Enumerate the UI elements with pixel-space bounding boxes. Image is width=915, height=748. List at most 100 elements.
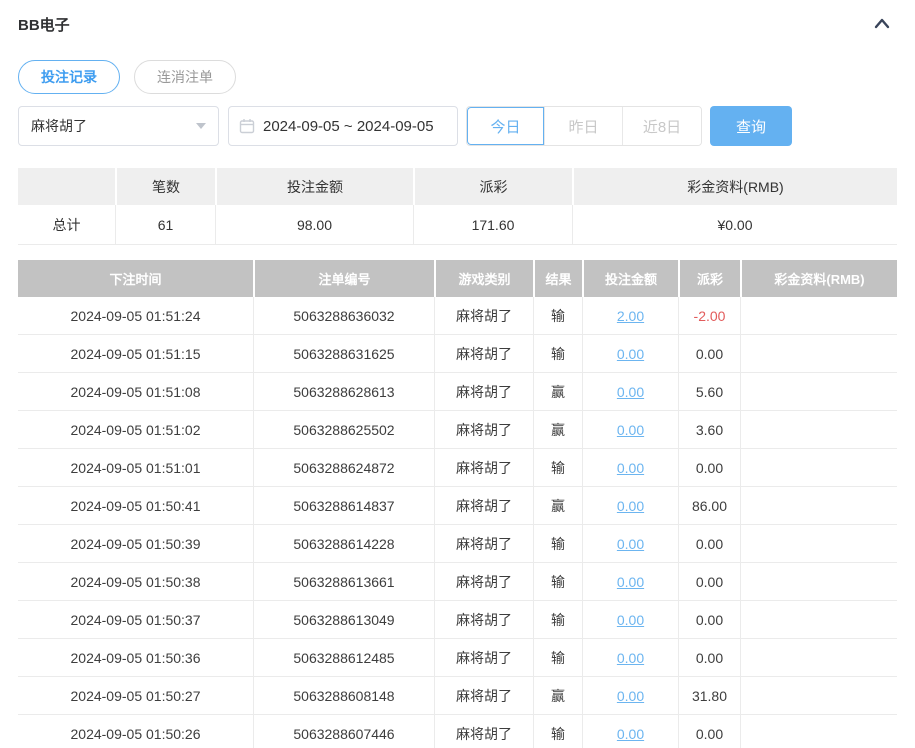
jackpot-cell [740, 601, 897, 639]
order-number-cell: 5063288614228 [253, 525, 434, 563]
order-number-cell: 5063288607446 [253, 715, 434, 748]
header-bet-amount: 投注金额 [582, 260, 678, 297]
chevron-up-icon [874, 18, 890, 29]
order-number-cell: 5063288612485 [253, 639, 434, 677]
payout-cell: 0.00 [678, 563, 740, 601]
game-category-cell: 麻将胡了 [434, 525, 533, 563]
tab-cancelled-orders[interactable]: 连消注单 [134, 60, 236, 94]
jackpot-cell [740, 563, 897, 601]
quick-filter-last-8-days[interactable]: 近8日 [623, 107, 701, 145]
bet-amount-link[interactable]: 0.00 [617, 536, 644, 552]
header-jackpot: 彩金资料(RMB) [740, 260, 897, 297]
game-category-cell: 麻将胡了 [434, 373, 533, 411]
order-number-cell: 5063288613661 [253, 563, 434, 601]
bet-time-cell: 2024-09-05 01:50:41 [18, 487, 253, 525]
date-range-input[interactable]: 2024-09-05 ~ 2024-09-05 [228, 106, 458, 146]
table-row: 2024-09-05 01:50:39 5063288614228 麻将胡了 输… [18, 525, 897, 563]
payout-cell: 31.80 [678, 677, 740, 715]
result-cell: 输 [533, 563, 582, 601]
chevron-down-icon [196, 123, 206, 129]
record-type-tabs: 投注记录 连消注单 [18, 60, 897, 94]
game-category-cell: 麻将胡了 [434, 639, 533, 677]
bet-amount-link[interactable]: 0.00 [617, 460, 644, 476]
filter-bar: 麻将胡了 2024-09-05 ~ 2024-09-05 今日 昨日 近8日 查… [18, 106, 897, 146]
result-cell: 赢 [533, 487, 582, 525]
table-row: 2024-09-05 01:50:36 5063288612485 麻将胡了 输… [18, 639, 897, 677]
jackpot-cell [740, 677, 897, 715]
payout-cell: -2.00 [678, 297, 740, 335]
bet-amount-cell: 0.00 [582, 563, 678, 601]
game-category-cell: 麻将胡了 [434, 449, 533, 487]
game-select[interactable]: 麻将胡了 [18, 106, 219, 146]
jackpot-cell [740, 449, 897, 487]
search-button[interactable]: 查询 [710, 106, 792, 146]
game-category-cell: 麻将胡了 [434, 563, 533, 601]
quick-filter-yesterday[interactable]: 昨日 [545, 107, 623, 145]
bet-time-cell: 2024-09-05 01:50:26 [18, 715, 253, 748]
bet-amount-link[interactable]: 0.00 [617, 726, 644, 742]
jackpot-cell [740, 373, 897, 411]
bet-time-cell: 2024-09-05 01:51:01 [18, 449, 253, 487]
bet-amount-link[interactable]: 0.00 [617, 574, 644, 590]
order-number-cell: 5063288631625 [253, 335, 434, 373]
bet-amount-link[interactable]: 0.00 [617, 384, 644, 400]
jackpot-cell [740, 715, 897, 748]
table-row: 2024-09-05 01:50:26 5063288607446 麻将胡了 输… [18, 715, 897, 748]
payout-cell: 0.00 [678, 601, 740, 639]
quick-date-group: 今日 昨日 近8日 [466, 106, 702, 146]
summary-header-bet-amount: 投注金额 [215, 168, 413, 205]
bet-amount-cell: 0.00 [582, 449, 678, 487]
table-row: 2024-09-05 01:51:02 5063288625502 麻将胡了 赢… [18, 411, 897, 449]
payout-cell: 0.00 [678, 525, 740, 563]
table-row: 2024-09-05 01:51:24 5063288636032 麻将胡了 输… [18, 297, 897, 335]
header-game-category: 游戏类别 [434, 260, 533, 297]
bet-time-cell: 2024-09-05 01:50:38 [18, 563, 253, 601]
game-category-cell: 麻将胡了 [434, 677, 533, 715]
result-cell: 输 [533, 297, 582, 335]
collapse-panel-button[interactable] [873, 16, 891, 30]
bet-time-cell: 2024-09-05 01:51:15 [18, 335, 253, 373]
summary-header-row: 笔数 投注金额 派彩 彩金资料(RMB) [18, 168, 897, 205]
bet-time-cell: 2024-09-05 01:51:08 [18, 373, 253, 411]
table-row: 2024-09-05 01:51:15 5063288631625 麻将胡了 输… [18, 335, 897, 373]
summary-total-row: 总计 61 98.00 171.60 ¥0.00 [18, 205, 897, 245]
bet-amount-link[interactable]: 2.00 [617, 308, 644, 324]
payout-cell: 0.00 [678, 335, 740, 373]
jackpot-cell [740, 639, 897, 677]
quick-filter-today[interactable]: 今日 [467, 107, 545, 145]
bet-amount-cell: 0.00 [582, 677, 678, 715]
bet-amount-cell: 0.00 [582, 373, 678, 411]
bet-amount-cell: 0.00 [582, 715, 678, 748]
header-bet-time: 下注时间 [18, 260, 253, 297]
summary-header-empty [18, 168, 115, 205]
order-number-cell: 5063288608148 [253, 677, 434, 715]
payout-cell: 5.60 [678, 373, 740, 411]
order-number-cell: 5063288625502 [253, 411, 434, 449]
calendar-icon [239, 119, 255, 134]
summary-header-payout: 派彩 [413, 168, 572, 205]
bet-amount-link[interactable]: 0.00 [617, 688, 644, 704]
bet-amount-link[interactable]: 0.00 [617, 498, 644, 514]
summary-total-label: 总计 [18, 205, 115, 245]
bet-time-cell: 2024-09-05 01:51:02 [18, 411, 253, 449]
bet-time-cell: 2024-09-05 01:50:36 [18, 639, 253, 677]
order-number-cell: 5063288624872 [253, 449, 434, 487]
bet-amount-cell: 0.00 [582, 601, 678, 639]
bet-amount-link[interactable]: 0.00 [617, 422, 644, 438]
tab-bet-records[interactable]: 投注记录 [18, 60, 120, 94]
bet-time-cell: 2024-09-05 01:50:27 [18, 677, 253, 715]
bet-amount-link[interactable]: 0.00 [617, 346, 644, 362]
table-row: 2024-09-05 01:50:41 5063288614837 麻将胡了 赢… [18, 487, 897, 525]
bet-amount-link[interactable]: 0.00 [617, 650, 644, 666]
summary-total-jackpot: ¥0.00 [572, 205, 897, 245]
bet-amount-cell: 0.00 [582, 487, 678, 525]
bet-time-cell: 2024-09-05 01:50:39 [18, 525, 253, 563]
header-order-number: 注单编号 [253, 260, 434, 297]
page-title: BB电子 [18, 17, 70, 34]
table-row: 2024-09-05 01:50:27 5063288608148 麻将胡了 赢… [18, 677, 897, 715]
bet-amount-link[interactable]: 0.00 [617, 612, 644, 628]
result-cell: 输 [533, 449, 582, 487]
jackpot-cell [740, 335, 897, 373]
summary-total-payout: 171.60 [413, 205, 572, 245]
summary-header-count: 笔数 [115, 168, 215, 205]
